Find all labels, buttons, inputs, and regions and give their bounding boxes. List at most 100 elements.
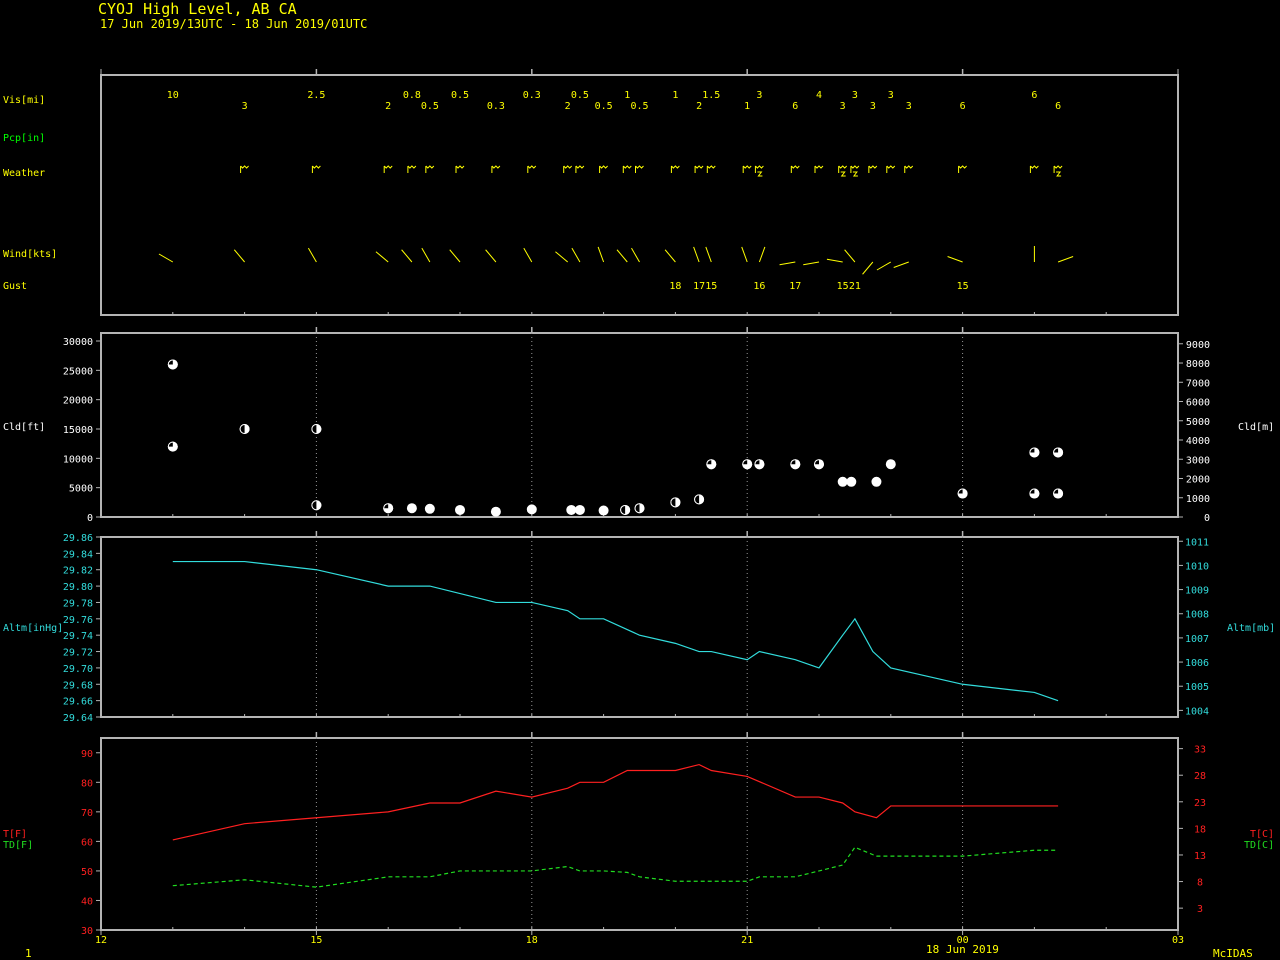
- visibility-label: 6: [1031, 90, 1037, 101]
- temp-left-tick-label: 90: [81, 749, 93, 760]
- wind-barb: [876, 261, 892, 271]
- period-subtitle: 17 Jun 2019/13UTC - 18 Jun 2019/01UTC: [100, 17, 367, 31]
- visibility-label: 2: [565, 101, 571, 112]
- wind-barb: [158, 253, 174, 263]
- shower-icon: [706, 165, 716, 173]
- altm-right-tick-label: 1006: [1185, 658, 1209, 669]
- cloud-disc: [424, 503, 435, 514]
- weather-symbol: [958, 165, 967, 173]
- altm-left-tick-label: 29.70: [63, 664, 93, 675]
- cloud-left-tick-label: 0: [87, 513, 93, 524]
- temp-right-tick-label: 23: [1194, 798, 1206, 809]
- temp-left-axis-label: T[F]: [3, 829, 27, 840]
- wind-barb: [705, 246, 712, 263]
- station-title: CYOJ High Level, AB CA: [98, 0, 297, 18]
- gust-label: 17: [789, 281, 801, 292]
- temp-right-tick-label: 8: [1197, 878, 1203, 889]
- gust-label: 16: [753, 281, 765, 292]
- weather-symbol: [563, 165, 573, 173]
- visibility-label: 3: [242, 101, 248, 112]
- shower-icon: [958, 165, 967, 173]
- dewpoint-line: [172, 846, 1059, 888]
- wind-barb: [631, 247, 640, 263]
- altm-right-tick-label: 1008: [1185, 610, 1209, 621]
- altimeter-line: [172, 560, 1059, 702]
- visibility-label: 0.5: [630, 101, 648, 112]
- visibility-label: 0.5: [451, 90, 469, 101]
- wind-barb: [555, 251, 569, 263]
- altm-left-axis-label: Altm[inHg]: [3, 623, 63, 634]
- weather-symbol: [527, 165, 537, 173]
- cloud-cover-point: [598, 505, 609, 516]
- temp-left-tick-label: 70: [81, 808, 93, 819]
- cloud-disc: [885, 459, 896, 470]
- cloud-cover-point: [239, 424, 250, 434]
- temp-right-tick-label: 33: [1194, 745, 1206, 756]
- cloud-right-tick-label: 9000: [1186, 340, 1210, 351]
- thunder-icon: [1053, 165, 1063, 177]
- temp-left-tick-label: 40: [81, 896, 93, 907]
- cloud-panel-frame: [100, 332, 1179, 518]
- cloud-cover-point: [885, 459, 896, 470]
- thunder-symbol: [757, 171, 763, 177]
- wind-barb: [616, 249, 628, 263]
- thunder-icon: [850, 165, 860, 177]
- cloud-disc: [846, 476, 857, 487]
- visibility-label: 2: [696, 101, 702, 112]
- thunder-symbol: [1056, 171, 1062, 177]
- cloud-cover-point: [574, 504, 585, 515]
- gust-label: 15: [837, 281, 849, 292]
- vis-row-label: Vis[mi]: [3, 95, 45, 106]
- cloud-right-tick-label: 6000: [1186, 398, 1210, 409]
- shower-icon: [868, 165, 878, 173]
- visibility-label: 1: [624, 90, 630, 101]
- shower-icon: [563, 165, 573, 173]
- cloud-cover-point: [383, 503, 394, 514]
- visibility-label: 6: [792, 101, 798, 112]
- cloud-disc: [598, 505, 609, 516]
- shower-icon: [425, 165, 435, 173]
- cloud-cover-point: [311, 500, 322, 511]
- gust-label: 21: [849, 281, 861, 292]
- cloud-disc: [574, 504, 585, 515]
- cloud-cover-point: [167, 441, 178, 452]
- cloud-cover-point: [957, 488, 968, 499]
- visibility-label: 3: [852, 90, 858, 101]
- weather-symbol: [575, 165, 585, 173]
- shower-icon: [575, 165, 585, 173]
- visibility-label: 0.3: [523, 90, 541, 101]
- shower-icon: [527, 165, 537, 173]
- wind-row-label: Wind[kts]: [3, 249, 57, 260]
- weather-symbol: [790, 165, 800, 173]
- weather-symbol: [311, 165, 321, 173]
- wind-barb: [947, 256, 963, 263]
- weather-symbol: [904, 165, 914, 173]
- cloud-cover-point: [1053, 488, 1064, 499]
- cloud-cover-point: [837, 476, 848, 487]
- thunder-icon: [754, 165, 764, 177]
- temp-left-tick-label: 80: [81, 778, 93, 789]
- cloud-cover-point: [490, 506, 501, 517]
- shower-icon: [694, 165, 704, 173]
- weather-symbol: [742, 165, 752, 173]
- cloud-disc: [455, 504, 465, 515]
- temp-right-axis-label: T[C]: [1250, 829, 1274, 840]
- cloud-cover-point: [742, 459, 753, 470]
- cloud-disc: [526, 504, 537, 515]
- altm-left-tick-label: 29.74: [63, 631, 93, 642]
- wind-barb: [826, 258, 843, 263]
- shower-icon: [407, 165, 417, 173]
- wind-barb: [844, 249, 856, 263]
- altm-left-tick-label: 29.78: [63, 598, 93, 609]
- temp-right-tick-label: 28: [1194, 771, 1206, 782]
- wind-barb: [758, 246, 766, 263]
- weather-symbol: [635, 165, 644, 173]
- visibility-label: 3: [870, 101, 876, 112]
- cloud-disc: [406, 503, 417, 514]
- shower-icon: [790, 165, 800, 173]
- shower-icon: [622, 165, 632, 173]
- wind-barb: [233, 249, 245, 263]
- shower-icon: [491, 165, 501, 173]
- altm-right-tick-label: 1005: [1185, 682, 1209, 693]
- weather-symbol: [868, 165, 878, 173]
